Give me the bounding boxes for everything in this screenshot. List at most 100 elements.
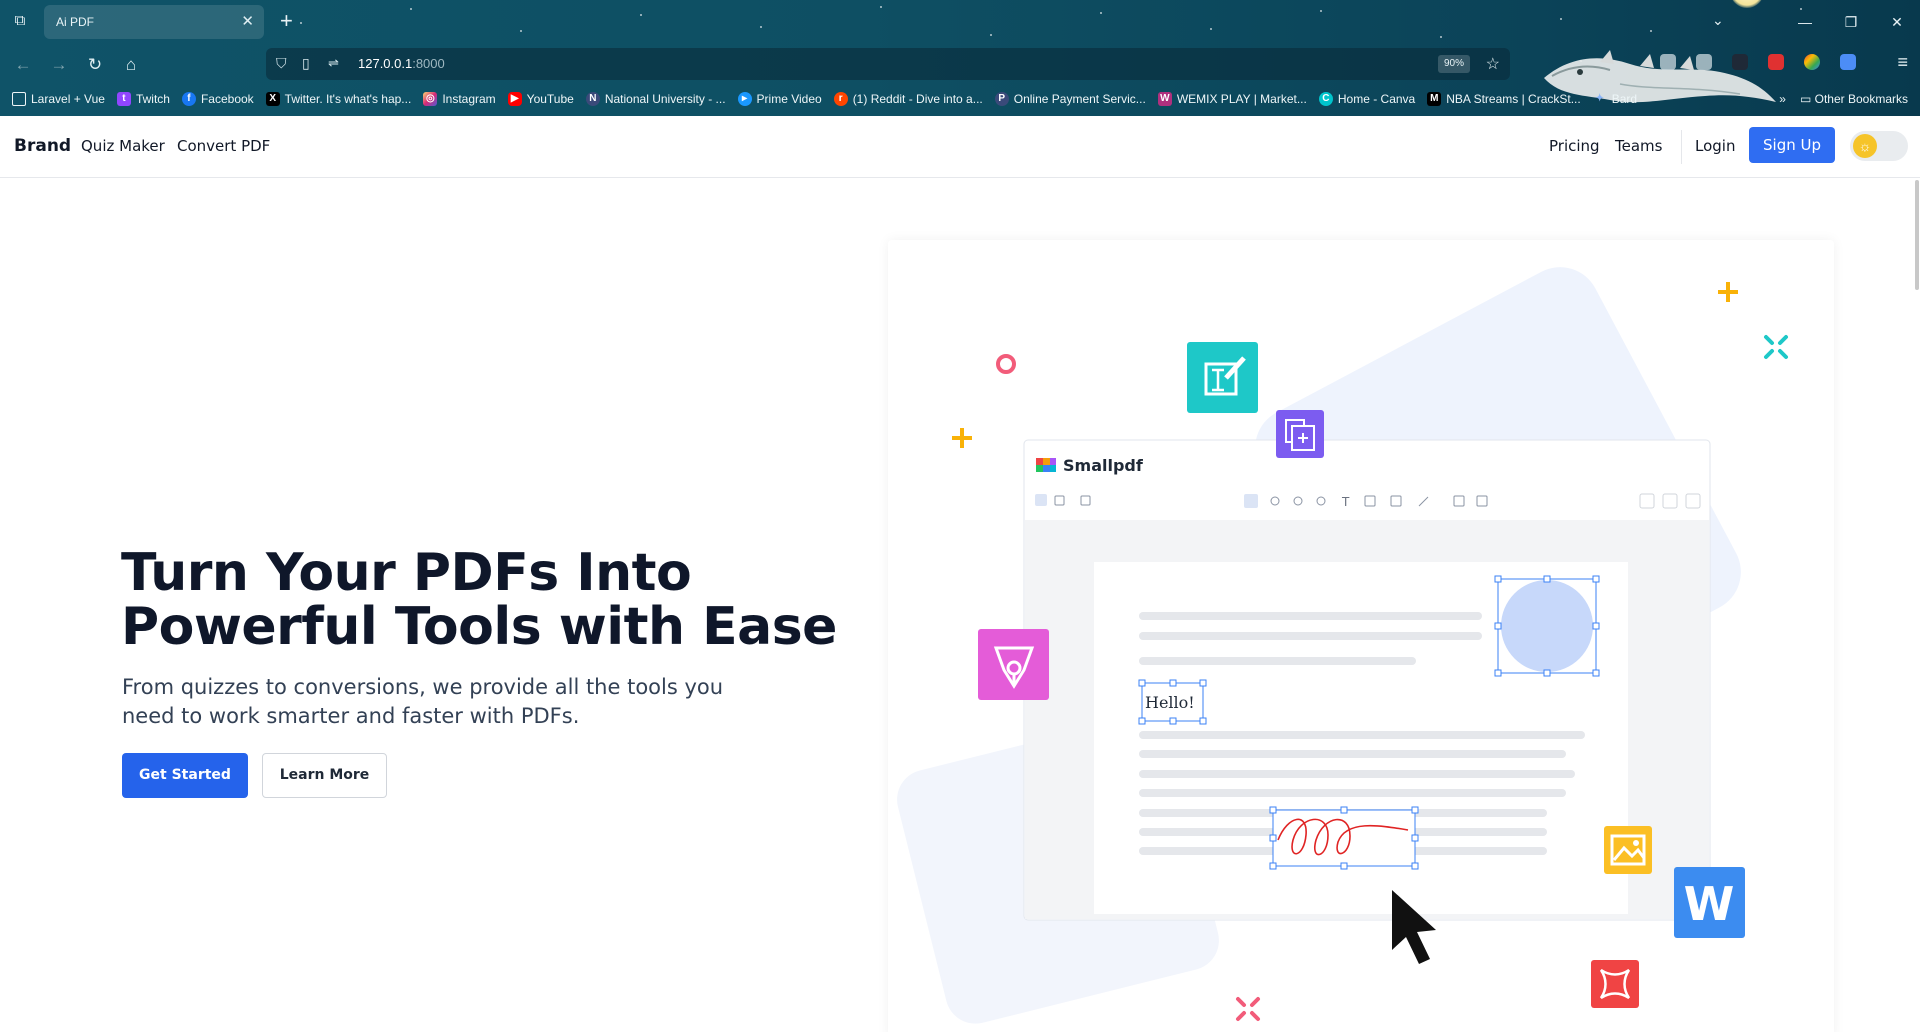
edit-text-icon [1187,342,1258,413]
hero-subtitle-line-2: need to work smarter and faster with PDF… [122,704,580,728]
zoom-badge[interactable]: 90% [1437,55,1470,73]
account-icon[interactable] [1660,54,1676,70]
hero-title: Turn Your PDFs Into Powerful Tools with … [121,546,841,654]
word-letter: W [1684,877,1735,931]
url-port: :8000 [412,56,445,71]
hero-title-line-2: Powerful Tools with Ease [121,597,837,657]
chevron-double-right-icon[interactable]: » [1779,92,1786,106]
forward-icon[interactable]: → [48,54,70,76]
active-tab[interactable]: Ai PDF ✕ [44,5,264,39]
bookmark-item[interactable]: t Twitch [116,92,170,106]
shield-icon[interactable]: ⛉ [276,55,287,72]
tab-list-icon[interactable]: ⧉ [10,12,30,32]
tab-title: Ai PDF [56,15,95,29]
tab-close-icon[interactable]: ✕ [241,5,254,39]
x-sparkle [1236,997,1260,1021]
page-scrollbar[interactable] [1914,178,1920,1032]
ring-sparkle [996,354,1016,374]
nav-link-quiz-maker[interactable]: Quiz Maker [81,137,165,155]
twitch-icon: t [116,92,131,106]
menu-icon[interactable]: ≡ [1897,52,1908,73]
hello-text: Hello! [1145,693,1195,712]
chrome-extension-icon[interactable] [1804,54,1820,70]
nba-icon: M [1427,92,1442,106]
folder-icon [12,92,26,106]
bookmark-item[interactable]: M NBA Streams | CrackSt... [1427,92,1581,106]
tab-overflow-icon[interactable]: ⌄ [1712,12,1724,29]
wemix-icon: W [1157,92,1172,106]
shield-extension-icon[interactable] [1768,54,1784,70]
nav-link-convert-pdf[interactable]: Convert PDF [177,137,270,155]
bookmark-item[interactable]: ✦ Bard [1593,92,1638,106]
login-link[interactable]: Login [1695,137,1735,155]
canva-icon: C [1318,92,1333,106]
image-icon [1604,826,1652,874]
bookmark-star-icon[interactable]: ☆ [1486,54,1500,74]
plus-sparkle [952,428,972,448]
bookmark-item[interactable]: ▶ YouTube [507,92,574,106]
theme-toggle[interactable]: ☼ [1850,131,1908,161]
payment-icon: P [994,92,1009,106]
x-sparkle [1764,335,1788,359]
puzzle-icon[interactable] [1696,54,1712,70]
browser-chrome: ⧉ Ai PDF ✕ + ⌄ — ❐ ✕ ← → ↻ ⌂ ⛉ ▯ ⇌ 127.0… [0,0,1920,116]
x-icon: X [265,92,280,106]
bookmark-item[interactable]: r (1) Reddit - Dive into a... [833,92,983,106]
bookmarks-overflow: » ▭ Other Bookmarks [1779,86,1908,112]
add-page-icon [1276,410,1324,458]
university-icon: N [585,92,600,106]
page: Brand Quiz Maker Convert PDF Pricing Tea… [0,116,1920,1032]
site-navbar: Brand Quiz Maker Convert PDF Pricing Tea… [0,116,1920,178]
bookmark-item[interactable]: f Facebook [181,92,254,106]
crop-icon [1591,960,1639,1008]
scrollbar-thumb[interactable] [1915,180,1919,290]
folder-icon: ▭ [1799,92,1815,106]
prime-video-icon: ▸ [737,92,752,106]
url-text[interactable]: 127.0.0.1:8000 [358,56,445,71]
extension-icons [1660,54,1856,70]
brand-logo[interactable]: Brand [14,136,71,156]
url-host: 127.0.0.1 [358,56,413,71]
bookmark-item[interactable]: ▸ Prime Video [737,92,822,106]
nav-link-teams[interactable]: Teams [1615,137,1662,155]
home-icon[interactable]: ⌂ [120,54,142,76]
new-tab-button[interactable]: + [280,9,293,33]
nav-link-pricing[interactable]: Pricing [1549,137,1600,155]
smallpdf-title: Smallpdf [1063,456,1144,475]
hero-illustration: Smallpdf T Hello! W [888,240,1834,1032]
word-icon: W [1674,867,1745,938]
hero-subtitle: From quizzes to conversions, we provide … [122,673,762,731]
bookmark-item[interactable]: C Home - Canva [1318,92,1415,106]
bard-icon: ✦ [1595,93,1604,104]
bookmark-item[interactable]: P Online Payment Servic... [994,92,1146,106]
signature-selection [1269,806,1419,870]
illustration-canvas: Smallpdf T Hello! W [897,267,1788,1024]
hero-subtitle-line-1: From quizzes to conversions, we provide … [122,675,724,699]
permissions-icon[interactable]: ⇌ [328,55,339,71]
get-started-button[interactable]: Get Started [122,753,248,798]
svg-text:T: T [1341,495,1350,509]
reddit-icon: r [833,92,848,106]
other-bookmarks[interactable]: ▭ Other Bookmarks [1800,92,1908,106]
learn-more-button[interactable]: Learn More [262,753,387,798]
youtube-icon: ▶ [507,92,522,106]
sun-icon: ☼ [1853,134,1877,158]
pen-tool-icon [978,629,1049,700]
plus-sparkle [1718,282,1738,302]
facebook-icon: f [181,92,196,106]
bookmarks-bar: Laravel + Vue t Twitch f Facebook X Twitter… [0,86,1920,112]
bookmark-item[interactable]: X Twitter. It's what's hap... [265,92,411,106]
address-bar[interactable]: ⛉ ▯ ⇌ 127.0.0.1:8000 90% ☆ [266,48,1510,80]
back-icon[interactable]: ← [12,54,34,76]
ninja-extension-icon[interactable] [1732,54,1748,70]
bookmark-item[interactable]: ◎ Instagram [423,92,496,106]
bookmark-item[interactable]: Laravel + Vue [12,92,105,106]
instagram-icon: ◎ [423,92,438,106]
bookmark-item[interactable]: N National University - ... [585,92,726,106]
page-icon[interactable]: ▯ [302,55,310,72]
signup-button[interactable]: Sign Up [1749,127,1835,163]
nav-divider [1681,130,1682,164]
reload-icon[interactable]: ↻ [84,54,106,76]
translate-extension-icon[interactable] [1840,54,1856,70]
bookmark-item[interactable]: W WEMIX PLAY | Market... [1157,92,1307,106]
